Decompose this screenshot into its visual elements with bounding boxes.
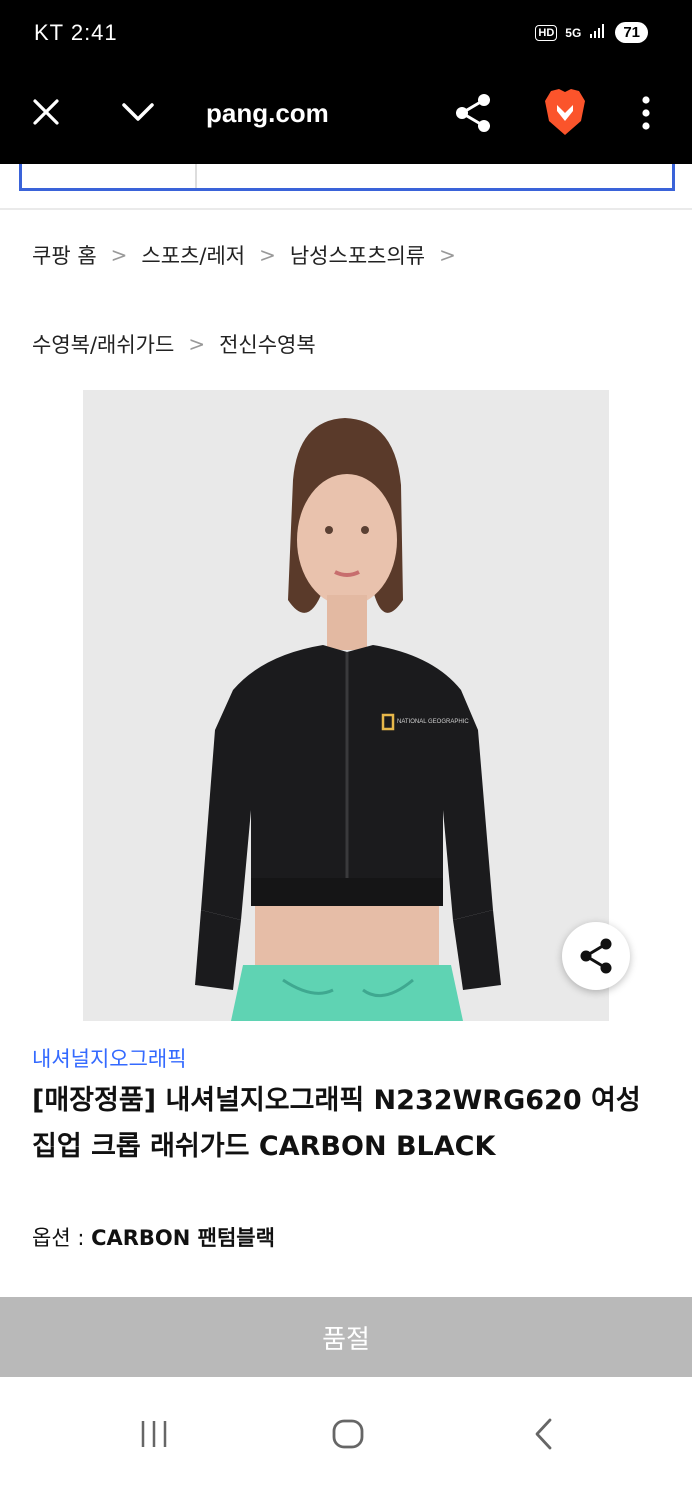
brave-lion-icon[interactable]	[542, 86, 588, 138]
product-image[interactable]: NATIONAL GEOGRAPHIC	[83, 390, 609, 1021]
soldout-button[interactable]: 품절	[0, 1297, 692, 1377]
hd-voice-icon: HD	[535, 24, 558, 41]
product-photo-illustration: NATIONAL GEOGRAPHIC	[83, 390, 609, 1021]
brand-logo-text: NATIONAL GEOGRAPHIC	[397, 719, 469, 725]
breadcrumb-swimwear-rashguard[interactable]: 수영복/래쉬가드	[32, 329, 174, 359]
status-icons: HD 5G 71	[535, 22, 648, 43]
breadcrumb-sports-leisure[interactable]: 스포츠/레저	[141, 240, 245, 270]
search-divider	[195, 164, 197, 188]
recent-apps-icon[interactable]	[134, 1414, 174, 1454]
breadcrumb-line2: 수영복/래쉬가드 > 전신수영복	[32, 329, 330, 359]
back-icon[interactable]	[524, 1414, 564, 1454]
more-vert-icon[interactable]	[632, 92, 660, 134]
close-icon[interactable]	[28, 94, 64, 130]
share-icon[interactable]	[452, 92, 494, 134]
breadcrumb-mens-sportswear[interactable]: 남성스포츠의류	[290, 240, 425, 270]
url-text[interactable]: pang.com	[206, 98, 329, 129]
home-icon[interactable]	[328, 1414, 368, 1454]
product-title: [매장정품] 내셔널지오그래픽 N232WRG620 여성 집업 크롭 래쉬가드…	[32, 1085, 641, 1162]
option-line: 옵션 : CARBON 팬텀블랙	[32, 1222, 275, 1252]
system-nav-bar	[0, 1378, 692, 1500]
option-value: CARBON 팬텀블랙	[91, 1226, 275, 1250]
share-button[interactable]	[562, 922, 630, 990]
breadcrumb-fullbody-swimsuit[interactable]: 전신수영복	[219, 329, 316, 359]
chevron-right-icon: >	[110, 243, 128, 267]
chevron-down-icon[interactable]	[118, 94, 158, 130]
chevron-right-icon: >	[188, 332, 206, 356]
5g-icon: 5G	[565, 25, 582, 40]
breadcrumb: 쿠팡 홈 > 스포츠/레저 > 남성스포츠의류 >	[32, 240, 470, 270]
option-label: 옵션 :	[32, 1226, 92, 1250]
battery-icon: 71	[615, 22, 648, 43]
status-carrier-time: KT 2:41	[34, 20, 118, 45]
search-box[interactable]	[19, 164, 675, 191]
share-icon	[580, 938, 612, 974]
chevron-right-icon: >	[439, 243, 456, 267]
brand-link[interactable]: 내셔널지오그래픽	[32, 1043, 187, 1073]
header-divider	[0, 208, 692, 210]
browser-toolbar: pang.com	[0, 68, 692, 164]
status-bar: KT 2:41 HD 5G 71	[0, 0, 692, 68]
breadcrumb-coupang-home[interactable]: 쿠팡 홈	[32, 240, 97, 270]
signal-icon	[589, 23, 607, 43]
chevron-right-icon: >	[259, 243, 276, 267]
